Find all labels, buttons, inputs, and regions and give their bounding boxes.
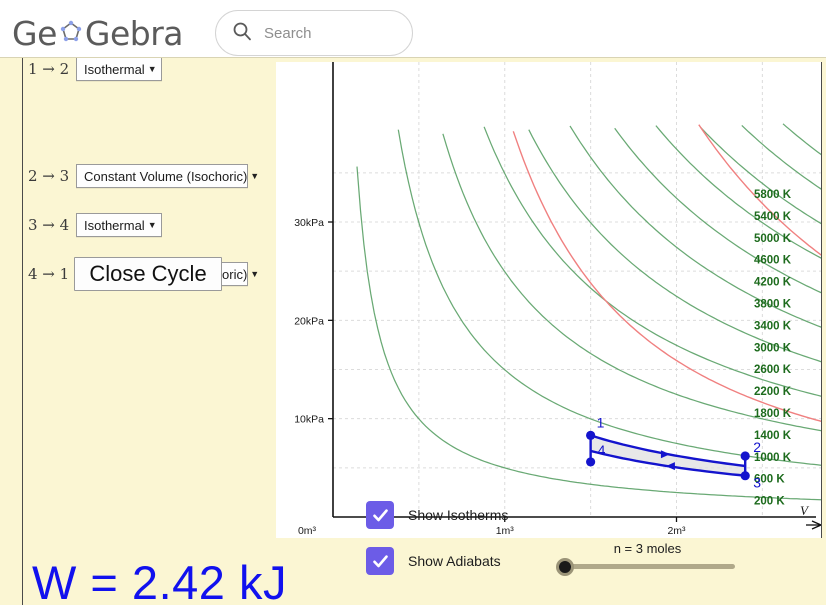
pv-diagram-svg: 10kPa20kPa30kPa0m³1m³2m³3m³4m³V5800 K540… — [294, 62, 821, 537]
logo-text-left: Ge — [12, 13, 57, 53]
chevron-down-icon: ▼ — [147, 219, 157, 230]
isotherm-curve-3000 — [655, 125, 821, 259]
applet-body: 1 → 2 Isothermal ▼ 2 → 3 Constant Volume… — [0, 57, 826, 605]
search-box[interactable]: Search — [215, 10, 413, 56]
process-label-3-4: 3 → 4 — [28, 216, 70, 234]
geogebra-star-icon — [58, 14, 84, 53]
cycle-point-label-3: 3 — [753, 475, 761, 491]
search-input-placeholder[interactable]: Search — [264, 25, 312, 42]
close-cycle-button[interactable]: Close Cycle — [74, 257, 222, 291]
show-adiabats-label: Show Adiabats — [408, 553, 501, 569]
chevron-down-icon: ▼ — [250, 268, 260, 279]
cycle-point-3[interactable] — [740, 471, 750, 481]
isotherm-label-5400-K: 5400 K — [754, 211, 792, 223]
chevron-down-icon: ▼ — [250, 170, 260, 181]
y-tick-label: 10kPa — [294, 414, 324, 426]
process-select-2-3[interactable]: Constant Volume (Isochoric) ▼ — [76, 164, 259, 188]
cycle-point-4[interactable] — [586, 457, 596, 467]
check-icon — [366, 501, 394, 529]
isotherm-curve-3800 — [741, 124, 821, 190]
geogebra-applet-page: Ge Gebra Search 1 → 2 Isothermal ▼ 2 → 3… — [0, 0, 826, 605]
moles-slider[interactable]: n = 3 moles — [556, 541, 735, 576]
cycle-point-label-1: 1 — [597, 414, 605, 430]
process-label-4-1: 4 → 1 — [28, 265, 70, 283]
search-icon — [232, 21, 252, 46]
process-row-3-4: 3 → 4 Isothermal ▼ — [28, 212, 162, 238]
work-output-text: W = 2.42 kJ — [32, 556, 287, 605]
isotherm-label-2200-K: 2200 K — [754, 386, 792, 398]
chevron-down-icon: ▼ — [147, 63, 157, 74]
volume-axis-label: V — [800, 503, 810, 518]
process-label-2-3: 2 → 3 — [28, 167, 70, 185]
sidebar-divider — [22, 58, 23, 605]
x-tick-label: 0m³ — [298, 525, 317, 537]
process-row-2-3: 2 → 3 Constant Volume (Isochoric) ▼ — [28, 163, 259, 189]
isotherm-label-5800-K: 5800 K — [754, 189, 792, 201]
isotherm-label-4600-K: 4600 K — [754, 255, 792, 267]
x-tick-label: 2m³ — [667, 525, 686, 537]
cycle-point-label-4: 4 — [598, 442, 606, 458]
isotherm-label-3800-K: 3800 K — [754, 299, 792, 311]
pv-diagram[interactable]: 10kPa20kPa30kPa0m³1m³2m³3m³4m³V5800 K540… — [276, 62, 822, 538]
moles-slider-caption: n = 3 moles — [613, 541, 682, 556]
cycle-point-label-2: 2 — [753, 439, 761, 455]
isotherm-label-4200-K: 4200 K — [754, 277, 792, 289]
logo-text-right: Gebra — [84, 13, 184, 53]
cycle-point-2[interactable] — [740, 451, 750, 461]
isotherm-label-1800-K: 1800 K — [754, 408, 792, 420]
process-select-2-3-value: Constant Volume (Isochoric) — [84, 168, 248, 184]
isotherm-label-200-K: 200 K — [754, 496, 785, 508]
show-isotherms-checkbox[interactable]: Show Isotherms — [366, 501, 508, 529]
geogebra-logo[interactable]: Ge Gebra — [12, 13, 184, 53]
process-select-3-4[interactable]: Isothermal ▼ — [76, 213, 162, 237]
y-tick-label: 30kPa — [294, 217, 324, 229]
show-isotherms-label: Show Isotherms — [408, 507, 509, 523]
process-select-3-4-value: Isothermal — [84, 217, 145, 233]
process-label-1-2: 1 → 2 — [28, 60, 70, 78]
process-select-1-2-value: Isothermal — [84, 61, 145, 77]
process-row-1-2: 1 → 2 Isothermal ▼ — [28, 58, 162, 82]
isotherm-curve-4200 — [782, 123, 821, 156]
y-tick-label: 20kPa — [294, 315, 324, 327]
process-select-1-2[interactable]: Isothermal ▼ — [76, 58, 162, 81]
cycle-point-1[interactable] — [586, 430, 596, 440]
isotherm-label-5000-K: 5000 K — [754, 233, 792, 245]
moles-slider-knob[interactable] — [556, 557, 574, 576]
isotherm-label-3000-K: 3000 K — [754, 342, 792, 354]
isotherm-label-2600-K: 2600 K — [754, 364, 792, 376]
isotherm-label-3400-K: 3400 K — [754, 320, 792, 332]
check-icon — [366, 547, 394, 575]
show-adiabats-checkbox[interactable]: Show Adiabats — [366, 547, 501, 575]
moles-slider-track[interactable] — [556, 557, 735, 576]
